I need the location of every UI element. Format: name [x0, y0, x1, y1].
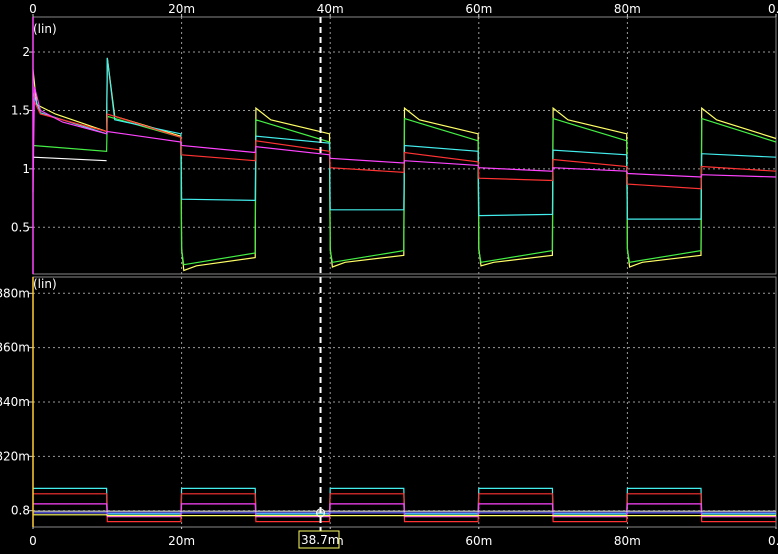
x-tick-label: 20m [168, 534, 195, 548]
bottom-y-tick-label: 860m [0, 341, 30, 355]
bottom-y-tick-label: 880m [0, 286, 30, 300]
x-tick-label: 0 [29, 2, 37, 16]
top-y-tick-label: 0.5 [11, 220, 30, 234]
x-tick-label: 0.1 [768, 2, 778, 16]
time-cursor[interactable]: 38.7m [298, 17, 340, 549]
x-tick-label: 0 [29, 534, 37, 548]
bottom-scale-label: (lin) [33, 277, 57, 291]
x-tick-label: 40m [317, 2, 344, 16]
top-x-axis: 0 20m 40m 60m 80m 0.1 [29, 2, 778, 17]
top-y-tick-label: 2 [22, 45, 30, 59]
x-tick-label: 0.1 [768, 534, 778, 548]
x-tick-label: 60m [465, 2, 492, 16]
x-tick-label: 20m [168, 2, 195, 16]
x-tick-label: 60m [465, 534, 492, 548]
top-series-line-6 [32, 156, 107, 162]
x-tick-label: 80m [614, 2, 641, 16]
cursor-time-readout: 38.7m [301, 533, 339, 547]
bottom-x-axis: 020m40m60m80m0.1 [29, 527, 778, 548]
bottom-waveform-panel[interactable]: (lin) 0.8 820m 840m 860m 880m [0, 276, 777, 528]
top-y-tick-label: 1.5 [11, 103, 30, 117]
top-waveform-panel[interactable]: (lin) 0.5 1 1.5 2 [11, 16, 777, 275]
waveform-viewer[interactable]: (lin) 0.5 1 1.5 2 (lin) 0.8 820m 840m 860m 880m… [0, 0, 778, 554]
x-tick-label: 80m [614, 534, 641, 548]
top-scale-label: (lin) [33, 22, 57, 36]
top-y-tick-label: 1 [22, 162, 30, 176]
bottom-y-tick-label: 0.8 [11, 504, 30, 518]
bottom-y-tick-label: 840m [0, 395, 30, 409]
bottom-y-tick-label: 820m [0, 449, 30, 463]
